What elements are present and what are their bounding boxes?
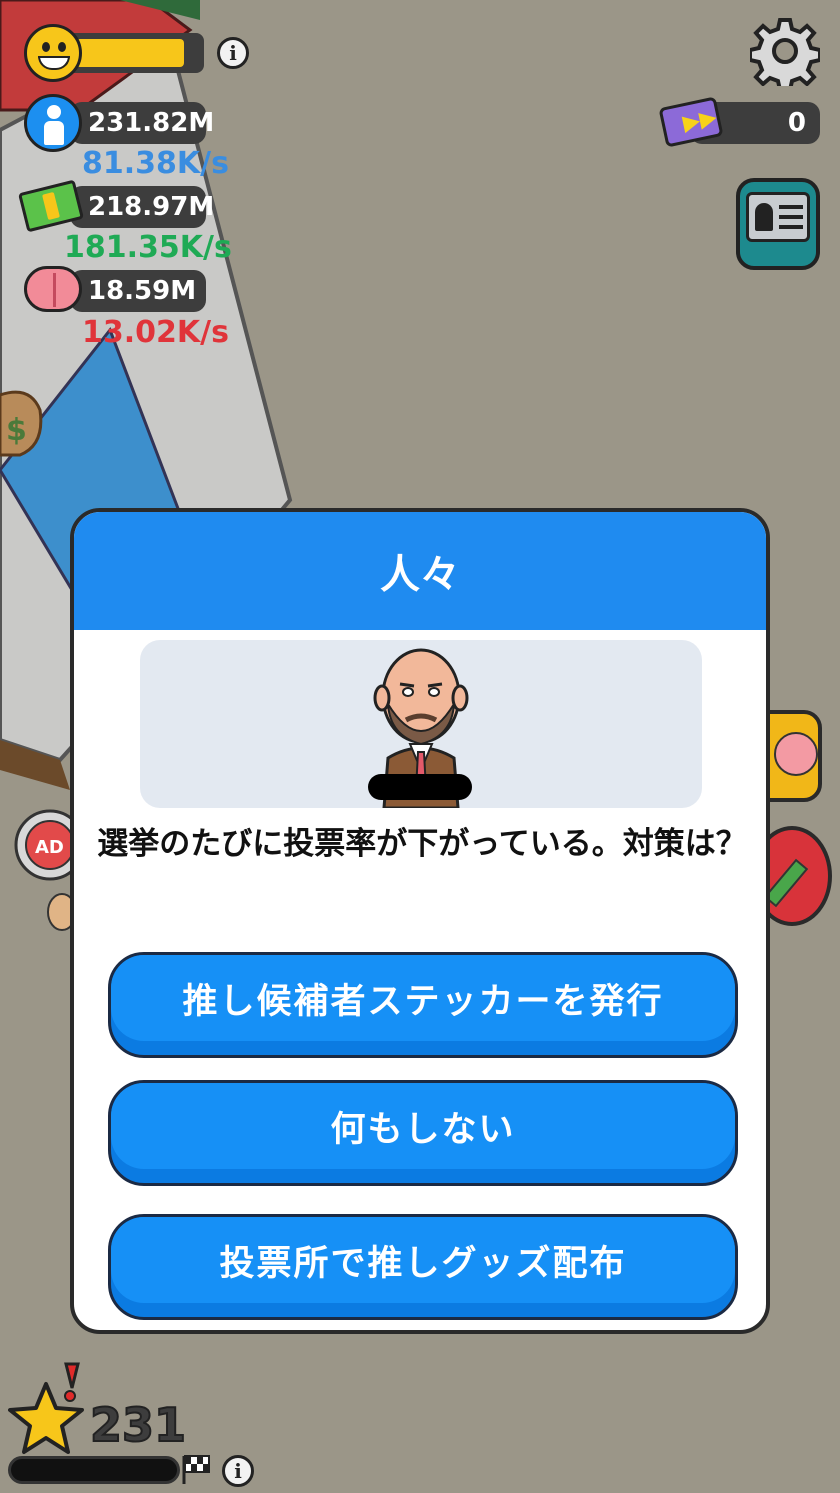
dialog-question: 選挙のたびに投票率が下がっている。対策は？: [97, 826, 747, 862]
dialog-header: 人々: [74, 512, 766, 630]
level-info-icon[interactable]: i: [222, 1455, 254, 1487]
brain-value: 18.59M: [88, 276, 197, 306]
event-dialog: 人々 選挙のたびに投票率が下がっている。対策は？ 推し候補者ステッカーを発行 何…: [70, 508, 770, 1334]
ticket-count: 0: [787, 108, 806, 138]
population-value: 231.82M: [88, 108, 215, 138]
level-number: 231: [89, 1397, 187, 1453]
finish-flag-icon: [180, 1452, 214, 1486]
population-counter: 231.82M: [70, 102, 214, 144]
choice-button-2[interactable]: 何もしない: [108, 1080, 738, 1186]
brain-rate: 13.02K/s: [82, 315, 229, 350]
choice-label-3: 投票所で推しグッズ配布: [111, 1217, 735, 1303]
choice-label-1: 推し候補者ステッカーを発行: [111, 955, 735, 1041]
brain-counter: 18.59M: [70, 270, 206, 312]
svg-text:AD: AD: [35, 837, 64, 858]
gear-icon: [748, 18, 822, 92]
profile-button[interactable]: [736, 178, 820, 270]
choice-button-3[interactable]: 投票所で推しグッズ配布: [108, 1214, 738, 1320]
dialog-title: 人々: [380, 552, 460, 598]
person-icon: [24, 94, 82, 152]
pencil-icon: [763, 858, 809, 908]
character-portrait-panel: [140, 640, 702, 808]
happiness-info-icon[interactable]: i: [217, 37, 249, 69]
population-rate: 81.38K/s: [82, 146, 229, 181]
money-bag-icon: $: [0, 390, 43, 457]
smiley-icon: [24, 24, 82, 82]
svg-text:$: $: [6, 413, 27, 448]
settings-button[interactable]: [748, 16, 822, 92]
choice-button-1[interactable]: 推し候補者ステッカーを発行: [108, 952, 738, 1058]
star-icon[interactable]: [8, 1360, 88, 1460]
happiness-bar-fill: [76, 39, 184, 67]
id-card-icon: [746, 192, 810, 242]
money-counter: 218.97M: [70, 186, 214, 228]
choice-label-2: 何もしない: [111, 1083, 735, 1169]
brain-icon: [24, 266, 82, 312]
brain-icon: [774, 732, 818, 776]
redacted-name-bar: [368, 774, 472, 800]
money-value: 218.97M: [88, 192, 215, 222]
money-rate: 181.35K/s: [64, 230, 232, 265]
level-progress-bar: [8, 1456, 180, 1484]
